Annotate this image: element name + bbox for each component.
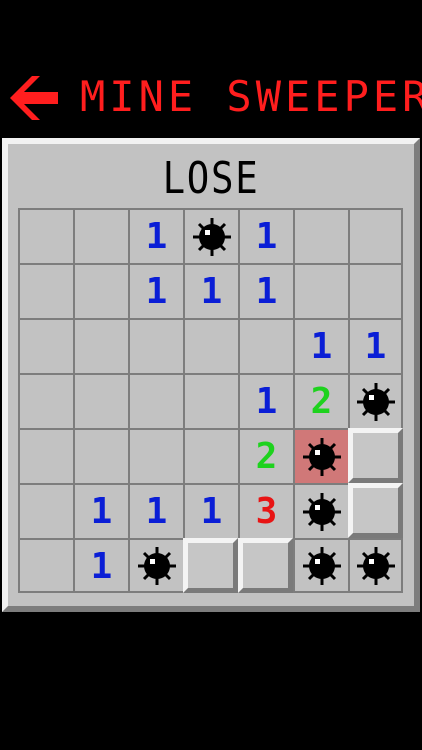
board-cell: [293, 538, 348, 593]
board-cell: 1: [128, 208, 183, 263]
board-cell: [128, 318, 183, 373]
cell-number: 1: [90, 491, 113, 532]
app-title: MINE SWEEPER: [80, 72, 422, 121]
board-cell: 2: [293, 373, 348, 428]
board-cell: [183, 428, 238, 483]
cell-number: 1: [310, 326, 333, 367]
board-cell[interactable]: [348, 483, 403, 538]
board-cell: 1: [293, 318, 348, 373]
board-cell: 1: [128, 483, 183, 538]
board-cell: [18, 373, 73, 428]
board-cell: [18, 263, 73, 318]
mine-icon: [356, 382, 395, 421]
cell-number: 1: [255, 381, 278, 422]
board-cell: [348, 538, 403, 593]
board-cell[interactable]: [238, 538, 293, 593]
board-cell: 1: [73, 483, 128, 538]
cell-number: 1: [145, 216, 168, 257]
board-cell: [128, 373, 183, 428]
minefield-board: 111111112211131: [18, 208, 405, 595]
board-cell: [293, 263, 348, 318]
board-cell: [348, 263, 403, 318]
board-cell: [238, 318, 293, 373]
board-cell: [128, 538, 183, 593]
board-cell: [73, 428, 128, 483]
mine-icon: [302, 437, 341, 476]
board-cell: [73, 373, 128, 428]
board-cell: [293, 483, 348, 538]
game-status: LOSE: [162, 153, 260, 204]
cell-number: 1: [200, 491, 223, 532]
board-cell[interactable]: [348, 428, 403, 483]
board-cell: [18, 483, 73, 538]
board-cell: [73, 208, 128, 263]
board-cell: [293, 428, 348, 483]
mine-icon: [302, 546, 341, 585]
board-cell: 2: [238, 428, 293, 483]
board-cell: [18, 318, 73, 373]
board-cell: [293, 208, 348, 263]
cell-number: 1: [255, 271, 278, 312]
board-cell: 1: [238, 263, 293, 318]
board-cell: [348, 373, 403, 428]
board-cell: 1: [73, 538, 128, 593]
mine-icon: [192, 217, 231, 256]
board-cell[interactable]: [183, 538, 238, 593]
board-cell: [18, 538, 73, 593]
board-cell: [183, 208, 238, 263]
cell-number: 1: [364, 326, 387, 367]
game-panel: LOSE 111111112211131: [2, 138, 420, 612]
board-cell: [73, 318, 128, 373]
cell-number: 2: [310, 381, 333, 422]
mine-icon: [302, 492, 341, 531]
board-cell: [18, 208, 73, 263]
board-cell: 1: [238, 373, 293, 428]
cell-number: 1: [145, 491, 168, 532]
board-cell: 1: [348, 318, 403, 373]
board-cell: 3: [238, 483, 293, 538]
board-cell: [18, 428, 73, 483]
cell-number: 3: [255, 491, 278, 532]
board-cell: [73, 263, 128, 318]
board-cell: 1: [128, 263, 183, 318]
board-cell: [348, 208, 403, 263]
mine-icon: [137, 546, 176, 585]
board-cell: 1: [183, 263, 238, 318]
cell-number: 2: [255, 436, 278, 477]
board-cell: [183, 373, 238, 428]
cell-number: 1: [200, 271, 223, 312]
cell-number: 1: [255, 216, 278, 257]
mine-icon: [356, 546, 395, 585]
header-bar: MINE SWEEPER: [0, 62, 422, 132]
back-button[interactable]: [8, 74, 60, 122]
board-cell: 1: [238, 208, 293, 263]
board-cell: [183, 318, 238, 373]
board-cell: [128, 428, 183, 483]
cell-number: 1: [90, 546, 113, 587]
left-arrow-icon: [10, 76, 58, 120]
board-cell: 1: [183, 483, 238, 538]
cell-number: 1: [145, 271, 168, 312]
